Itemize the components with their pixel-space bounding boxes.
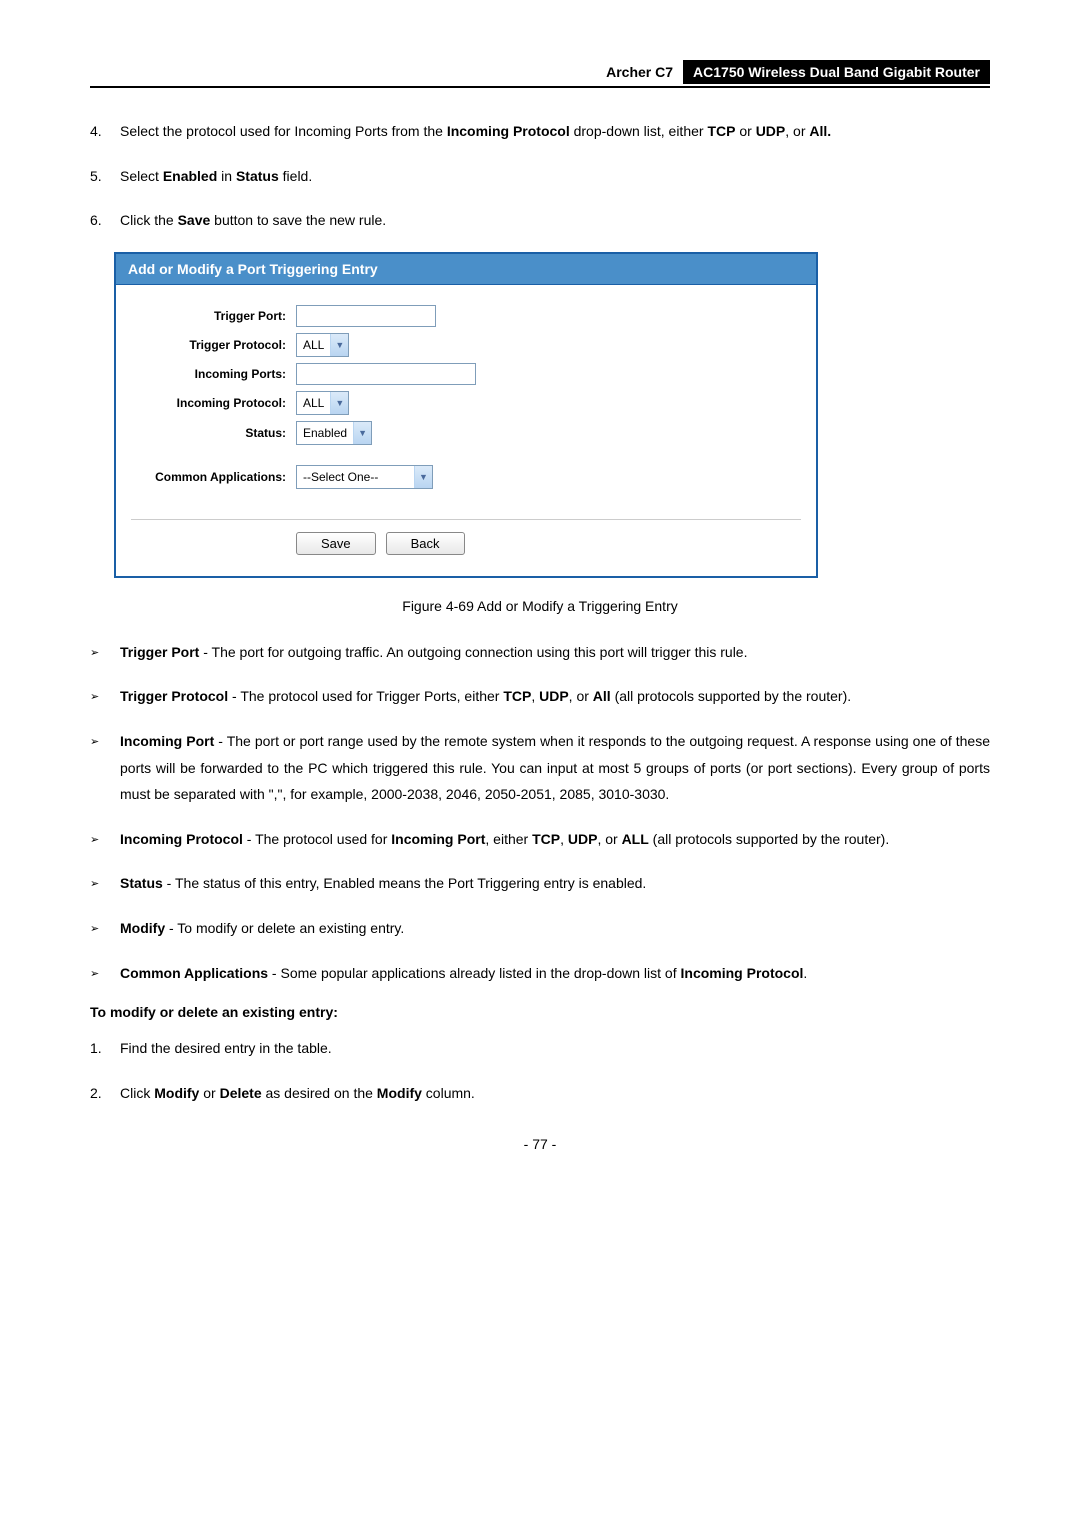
trigger-port-input[interactable]	[296, 305, 436, 327]
row-incoming-ports: Incoming Ports:	[131, 363, 801, 385]
common-apps-select[interactable]: --Select One-- ▼	[296, 465, 433, 489]
step-number: 2.	[90, 1080, 120, 1107]
step-bottom-2: 2. Click Modify or Delete as desired on …	[90, 1080, 990, 1107]
figure-header: Add or Modify a Port Triggering Entry	[116, 254, 816, 285]
bullet-marker: ➢	[90, 915, 120, 942]
incoming-protocol-select[interactable]: ALL ▼	[296, 391, 349, 415]
step-4: 4. Select the protocol used for Incoming…	[90, 118, 990, 145]
label-incoming-ports: Incoming Ports:	[131, 367, 296, 381]
save-button[interactable]: Save	[296, 532, 376, 555]
bullet-modify: ➢ Modify - To modify or delete an existi…	[90, 915, 990, 942]
bullet-status: ➢ Status - The status of this entry, Ena…	[90, 870, 990, 897]
figure-port-triggering-form: Add or Modify a Port Triggering Entry Tr…	[114, 252, 818, 578]
bullet-incoming-protocol: ➢ Incoming Protocol - The protocol used …	[90, 826, 990, 853]
step-text: Find the desired entry in the table.	[120, 1035, 990, 1062]
label-trigger-protocol: Trigger Protocol:	[131, 338, 296, 352]
label-trigger-port: Trigger Port:	[131, 309, 296, 323]
step-number: 1.	[90, 1035, 120, 1062]
button-row: Save Back	[131, 519, 801, 555]
row-status: Status: Enabled ▼	[131, 421, 801, 445]
label-incoming-protocol: Incoming Protocol:	[131, 396, 296, 410]
bullet-marker: ➢	[90, 870, 120, 897]
step-6: 6. Click the Save button to save the new…	[90, 207, 990, 234]
chevron-down-icon: ▼	[414, 466, 432, 488]
step-text: Select the protocol used for Incoming Po…	[120, 118, 990, 145]
chevron-down-icon: ▼	[330, 392, 348, 414]
bullet-marker: ➢	[90, 728, 120, 808]
chevron-down-icon: ▼	[353, 422, 371, 444]
header-product: Archer C7	[596, 60, 683, 84]
bullet-incoming-port: ➢ Incoming Port - The port or port range…	[90, 728, 990, 808]
bullet-marker: ➢	[90, 683, 120, 710]
status-select[interactable]: Enabled ▼	[296, 421, 372, 445]
figure-caption: Figure 4-69 Add or Modify a Triggering E…	[90, 598, 990, 614]
bullet-marker: ➢	[90, 639, 120, 666]
step-5: 5. Select Enabled in Status field.	[90, 163, 990, 190]
label-common-apps: Common Applications:	[131, 470, 296, 484]
step-bottom-1: 1. Find the desired entry in the table.	[90, 1035, 990, 1062]
step-number: 5.	[90, 163, 120, 190]
header-title: AC1750 Wireless Dual Band Gigabit Router	[683, 60, 990, 84]
incoming-ports-input[interactable]	[296, 363, 476, 385]
row-trigger-protocol: Trigger Protocol: ALL ▼	[131, 333, 801, 357]
step-text: Click Modify or Delete as desired on the…	[120, 1080, 990, 1107]
row-incoming-protocol: Incoming Protocol: ALL ▼	[131, 391, 801, 415]
chevron-down-icon: ▼	[330, 334, 348, 356]
step-number: 4.	[90, 118, 120, 145]
section-heading: To modify or delete an existing entry:	[90, 1004, 990, 1020]
row-common-apps: Common Applications: --Select One-- ▼	[131, 465, 801, 489]
bullet-trigger-port: ➢ Trigger Port - The port for outgoing t…	[90, 639, 990, 666]
back-button[interactable]: Back	[386, 532, 465, 555]
row-trigger-port: Trigger Port:	[131, 305, 801, 327]
document-header: Archer C7 AC1750 Wireless Dual Band Giga…	[90, 60, 990, 88]
step-text: Select Enabled in Status field.	[120, 163, 990, 190]
bullet-trigger-protocol: ➢ Trigger Protocol - The protocol used f…	[90, 683, 990, 710]
bullet-marker: ➢	[90, 960, 120, 987]
label-status: Status:	[131, 426, 296, 440]
step-text: Click the Save button to save the new ru…	[120, 207, 990, 234]
page-number: - 77 -	[90, 1136, 990, 1152]
trigger-protocol-select[interactable]: ALL ▼	[296, 333, 349, 357]
step-number: 6.	[90, 207, 120, 234]
figure-body: Trigger Port: Trigger Protocol: ALL ▼ In…	[116, 285, 816, 576]
bullet-marker: ➢	[90, 826, 120, 853]
bullet-common-apps: ➢ Common Applications - Some popular app…	[90, 960, 990, 987]
